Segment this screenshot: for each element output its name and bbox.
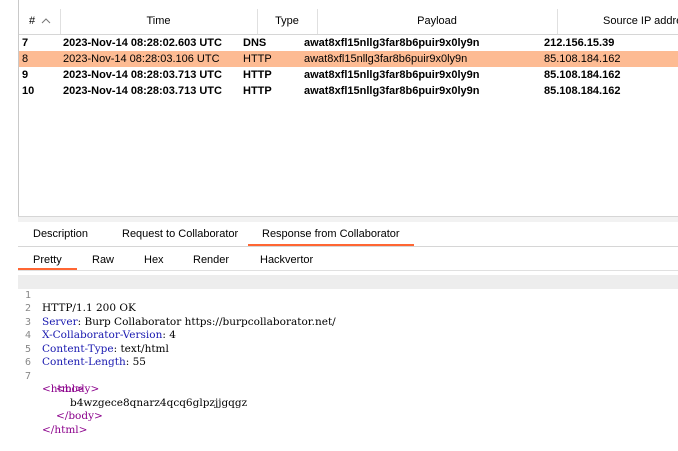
- editor-line: 3 X-Collaborator-Version: 4: [25, 316, 176, 342]
- editor-line: 1 HTTP/1.1 200 OK: [18, 275, 678, 314]
- cell-source-ip: 212.156.15.39: [544, 37, 615, 49]
- column-header-time-label: Time: [146, 15, 171, 27]
- cell-payload: awat8xfl15nllg3far8b6puir9x0ly9n: [304, 85, 480, 97]
- table-row-selected[interactable]: 8 2023-Nov-14 08:28:03.106 UTC HTTP awat…: [19, 51, 678, 67]
- column-header-number-label: #: [29, 15, 36, 27]
- table-row[interactable]: 10 2023-Nov-14 08:28:03.713 UTC HTTP awa…: [19, 83, 678, 99]
- cell-number: 10: [22, 85, 35, 97]
- tab-hex[interactable]: Hex: [144, 250, 164, 270]
- tab-response-from-collaborator[interactable]: Response from Collaborator: [248, 222, 414, 246]
- editor-line: <body>: [18, 370, 678, 395]
- tab-render[interactable]: Render: [193, 250, 229, 270]
- tab-request-to-collaborator[interactable]: Request to Collaborator: [122, 222, 238, 246]
- column-header-number[interactable]: #: [19, 9, 61, 34]
- cell-type: DNS: [243, 37, 267, 49]
- column-header-type[interactable]: Type: [257, 9, 318, 34]
- editor-line: 7 <html>: [18, 356, 678, 396]
- cell-number: 7: [22, 37, 29, 49]
- table-header: # Time Type Payload Source IP address: [19, 9, 678, 35]
- chevron-up-icon: [41, 18, 51, 24]
- editor-line: 5 Content-Length: 55: [25, 343, 146, 369]
- editor-line: 6: [18, 343, 678, 368]
- cell-time: 2023-Nov-14 08:28:03.713 UTC: [63, 85, 222, 97]
- column-header-source-ip[interactable]: Source IP address: [557, 9, 678, 34]
- table-row[interactable]: 9 2023-Nov-14 08:28:03.713 UTC HTTP awat…: [19, 67, 678, 83]
- column-header-payload-label: Payload: [417, 15, 457, 27]
- cell-source-ip: 85.108.184.162: [544, 53, 621, 65]
- detail-pane: Description Request to Collaborator Resp…: [18, 222, 678, 443]
- cell-source-ip: 85.108.184.162: [544, 69, 621, 81]
- table-row[interactable]: 7 2023-Nov-14 08:28:02.603 UTC DNS awat8…: [19, 35, 678, 51]
- interactions-table: # Time Type Payload Source IP address 7 …: [18, 0, 678, 216]
- cell-type: HTTP: [243, 85, 272, 97]
- cell-payload: awat8xfl15nllg3far8b6puir9x0ly9n: [304, 69, 480, 81]
- tab-description[interactable]: Description: [33, 222, 88, 246]
- editor-line: 2 Server: Burp Collaborator https://burp…: [25, 303, 336, 328]
- cell-payload: awat8xfl15nllg3far8b6puir9x0ly9n: [304, 37, 480, 49]
- editor-line: </html>: [18, 410, 678, 436]
- tab-pretty[interactable]: Pretty: [18, 250, 77, 270]
- cell-time: 2023-Nov-14 08:28:03.713 UTC: [63, 69, 222, 81]
- cell-payload: awat8xfl15nllg3far8b6puir9x0ly9n: [304, 53, 468, 65]
- column-header-type-label: Type: [275, 15, 299, 27]
- cell-number: 8: [22, 53, 29, 65]
- view-tabs: Pretty Raw Hex Render Hackvertor: [18, 250, 678, 271]
- column-header-payload[interactable]: Payload: [317, 9, 558, 34]
- cell-type: HTTP: [243, 69, 272, 81]
- editor-line: </body>: [18, 397, 678, 422]
- editor-line: 4 Content-Type: text/html: [25, 330, 169, 355]
- detail-tabs: Description Request to Collaborator Resp…: [18, 222, 678, 247]
- editor-line: b4wzgece8qnarz4qcq6glpzjjgqgz: [18, 383, 678, 409]
- tab-hackvertor[interactable]: Hackvertor: [260, 250, 313, 270]
- html-close-tag: </html>: [42, 423, 88, 436]
- cell-time: 2023-Nov-14 08:28:03.106 UTC: [63, 53, 220, 65]
- tab-raw[interactable]: Raw: [92, 250, 114, 270]
- cell-time: 2023-Nov-14 08:28:02.603 UTC: [63, 37, 222, 49]
- column-header-time[interactable]: Time: [60, 9, 258, 34]
- cell-number: 9: [22, 69, 29, 81]
- response-editor[interactable]: 1 HTTP/1.1 200 OK 2 Server: Burp Collabo…: [18, 274, 678, 443]
- cell-type: HTTP: [243, 53, 272, 65]
- column-header-source-ip-label: Source IP address: [603, 15, 678, 27]
- cell-source-ip: 85.108.184.162: [544, 85, 621, 97]
